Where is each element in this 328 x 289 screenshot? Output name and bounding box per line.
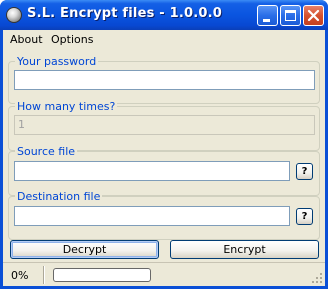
times-label: How many times? <box>15 100 118 113</box>
menu-options[interactable]: Options <box>51 33 93 46</box>
app-icon[interactable] <box>6 7 22 23</box>
source-label: Source file <box>15 145 78 158</box>
maximize-button[interactable] <box>280 5 301 26</box>
window-title: S.L. Encrypt files - 1.0.0.0 <box>27 6 222 21</box>
minimize-icon <box>263 19 270 22</box>
progress-bar <box>53 268 151 282</box>
destination-label: Destination file <box>15 190 103 203</box>
times-input[interactable]: 1 <box>14 115 315 135</box>
status-separator <box>43 266 45 284</box>
menu-about[interactable]: About <box>10 33 43 46</box>
password-group: Your password <box>8 55 320 104</box>
source-browse-button[interactable]: ? <box>296 163 313 180</box>
menu-bar: About Options <box>3 30 325 49</box>
password-input[interactable] <box>14 70 315 90</box>
source-file-input[interactable] <box>14 161 290 181</box>
destination-group: Destination file ? <box>8 190 320 240</box>
destination-file-input[interactable] <box>14 206 290 226</box>
close-button[interactable] <box>303 5 324 26</box>
client-area: About Options Your password How many tim… <box>3 30 325 286</box>
app-window: S.L. Encrypt files - 1.0.0.0 About Optio… <box>0 0 328 289</box>
password-label: Your password <box>15 55 99 68</box>
status-bar: 0% <box>3 262 325 286</box>
minimize-button[interactable] <box>257 5 278 26</box>
close-icon <box>307 9 320 22</box>
encrypt-button[interactable]: Encrypt <box>170 240 319 259</box>
maximize-icon <box>285 10 296 21</box>
destination-browse-button[interactable]: ? <box>296 208 313 225</box>
resize-grip-icon[interactable] <box>311 272 323 284</box>
decrypt-button[interactable]: Decrypt <box>10 240 159 259</box>
progress-percent: 0% <box>11 269 29 282</box>
title-bar[interactable]: S.L. Encrypt files - 1.0.0.0 <box>0 0 328 30</box>
